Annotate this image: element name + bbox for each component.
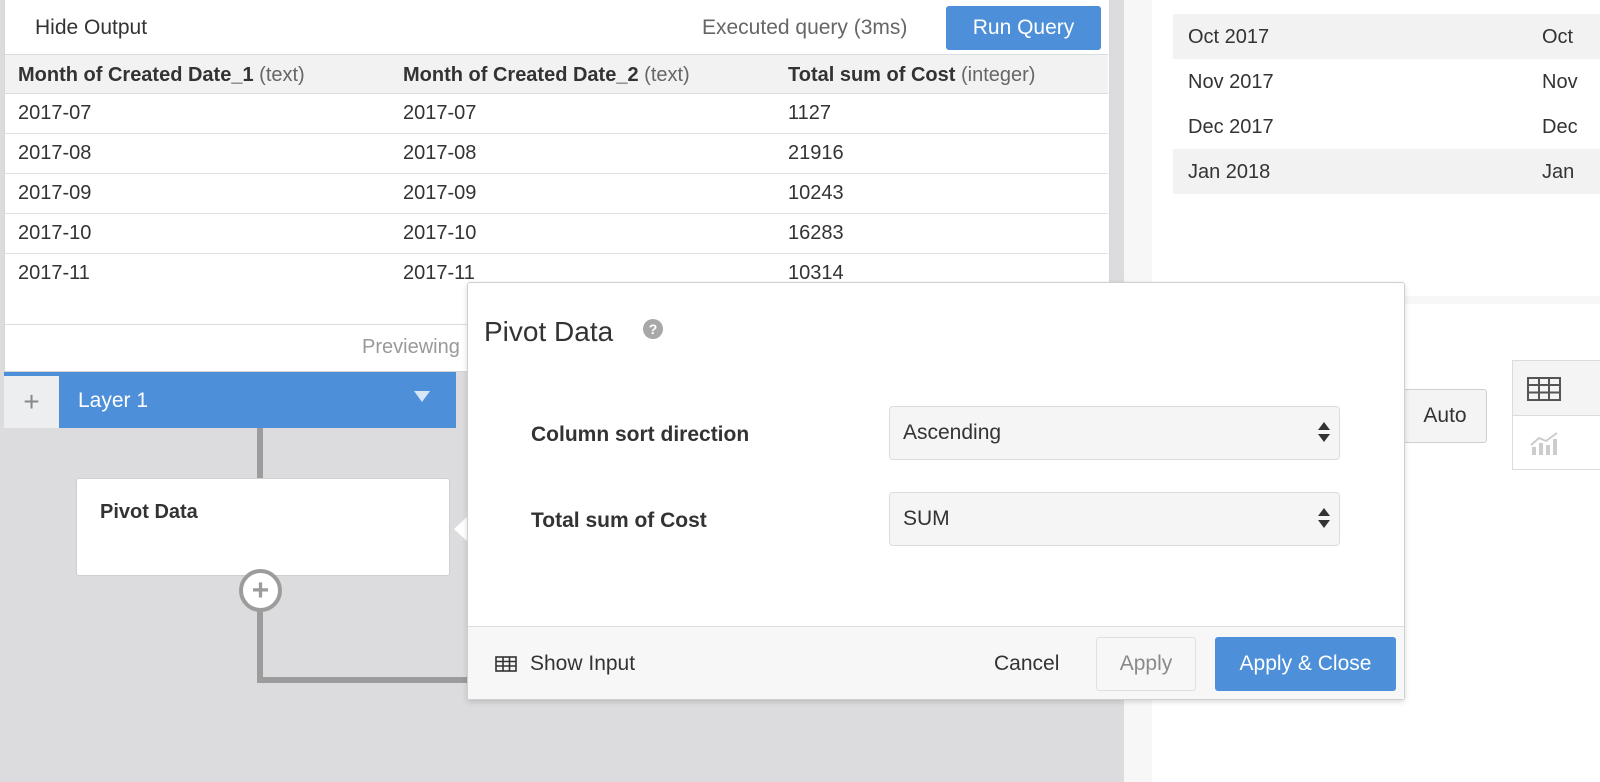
- table-cell: 10243: [788, 182, 844, 204]
- layer-name: Layer 1: [78, 389, 149, 412]
- column-header[interactable]: Month of Created Date_2 (text): [403, 64, 690, 87]
- select-value: SUM: [903, 507, 950, 530]
- table-cell: 2017-11: [403, 262, 475, 284]
- cancel-button[interactable]: Cancel: [994, 652, 1059, 676]
- add-step-button[interactable]: +: [239, 569, 282, 612]
- table-row: 2017-09 2017-09 10243: [5, 174, 1108, 214]
- table-row: 2017-08 2017-08 21916: [5, 134, 1108, 174]
- chart-icon[interactable]: [1529, 431, 1559, 457]
- pivot-data-step[interactable]: Pivot Data: [76, 478, 450, 576]
- right-table-cell: Dec: [1542, 116, 1578, 138]
- sort-direction-label: Column sort direction: [531, 423, 750, 446]
- table-view-tab[interactable]: [1513, 361, 1600, 416]
- column-header[interactable]: Month of Created Date_1 (text): [18, 64, 305, 87]
- table-cell: 1127: [788, 102, 832, 124]
- run-query-button[interactable]: Run Query: [946, 6, 1101, 50]
- right-table-cell: Oct: [1542, 26, 1574, 48]
- table-row: 2017-07 2017-07 1127: [5, 94, 1108, 134]
- auto-button[interactable]: Auto: [1403, 389, 1487, 443]
- step-label: Pivot Data: [100, 501, 198, 523]
- output-toolbar: Hide Output Executed query (3ms) Run Que…: [5, 0, 1109, 54]
- viz-type-tabs: [1512, 360, 1600, 470]
- flow-connector: [257, 428, 263, 478]
- show-input-label: Show Input: [530, 652, 636, 675]
- aggregation-select[interactable]: SUM: [889, 492, 1340, 546]
- table-cell: 2017-09: [403, 182, 477, 204]
- table-cell: 2017-07: [18, 102, 92, 124]
- table-cell: 2017-08: [18, 142, 92, 164]
- popover-caret: [454, 516, 468, 542]
- apply-button[interactable]: Apply: [1096, 637, 1196, 691]
- pivot-data-dialog: Pivot Data ? Column sort direction Ascen…: [467, 282, 1405, 700]
- table-header: Month of Created Date_1 (text) Month of …: [5, 54, 1108, 94]
- table-icon: [1527, 377, 1561, 401]
- table-cell: 21916: [788, 142, 844, 164]
- column-header[interactable]: Total sum of Cost (integer): [788, 64, 1035, 87]
- add-layer-button[interactable]: +: [4, 376, 59, 428]
- select-arrows-icon: [1318, 506, 1330, 532]
- dialog-title: Pivot Data: [484, 316, 614, 347]
- right-table-row-partial: [1173, 0, 1600, 14]
- right-table-cell: Nov: [1542, 71, 1578, 93]
- right-table-cell: Nov 2017: [1188, 71, 1274, 93]
- show-input-button[interactable]: Show Input: [495, 652, 635, 676]
- select-value: Ascending: [903, 421, 1002, 444]
- plus-icon: +: [251, 573, 270, 607]
- table-cell: 2017-07: [403, 102, 477, 124]
- select-arrows-icon: [1318, 420, 1330, 446]
- table-icon: [495, 656, 517, 672]
- hide-output-button[interactable]: Hide Output: [35, 16, 147, 40]
- right-table-row: Jan 2018 Jan: [1173, 149, 1600, 194]
- table-cell: 2017-11: [18, 262, 90, 284]
- dropdown-arrow-icon[interactable]: [414, 391, 430, 402]
- table-row: 2017-10 2017-10 16283: [5, 214, 1108, 254]
- result-table: Month of Created Date_1 (text) Month of …: [5, 54, 1108, 294]
- flow-connector: [257, 677, 471, 683]
- right-table-cell: Dec 2017: [1188, 116, 1274, 138]
- plus-icon: +: [23, 386, 40, 417]
- right-table-row: Oct 2017 Oct: [1173, 14, 1600, 59]
- table-cell: 2017-08: [403, 142, 477, 164]
- right-table-row: Dec 2017 Dec: [1173, 104, 1600, 149]
- right-table-cell: Jan 2018: [1188, 161, 1271, 183]
- previewing-status: Previewing: [362, 336, 460, 358]
- table-cell: 2017-09: [18, 182, 92, 204]
- query-status: Executed query (3ms): [702, 16, 908, 39]
- table-cell: 2017-10: [403, 222, 477, 244]
- table-cell: 16283: [788, 222, 844, 244]
- sort-direction-select[interactable]: Ascending: [889, 406, 1340, 460]
- layer-selector[interactable]: [4, 372, 456, 428]
- right-table-cell: Jan: [1542, 161, 1575, 183]
- dialog-footer: Show Input Cancel Apply Apply & Close: [468, 626, 1404, 699]
- flow-connector: [257, 610, 263, 683]
- right-table-row: Nov 2017 Nov: [1173, 59, 1600, 104]
- help-icon[interactable]: ?: [643, 319, 663, 339]
- right-table-cell: Oct 2017: [1188, 26, 1270, 48]
- aggregation-label: Total sum of Cost: [531, 509, 707, 532]
- table-cell: 2017-10: [18, 222, 92, 244]
- apply-and-close-button[interactable]: Apply & Close: [1215, 637, 1396, 691]
